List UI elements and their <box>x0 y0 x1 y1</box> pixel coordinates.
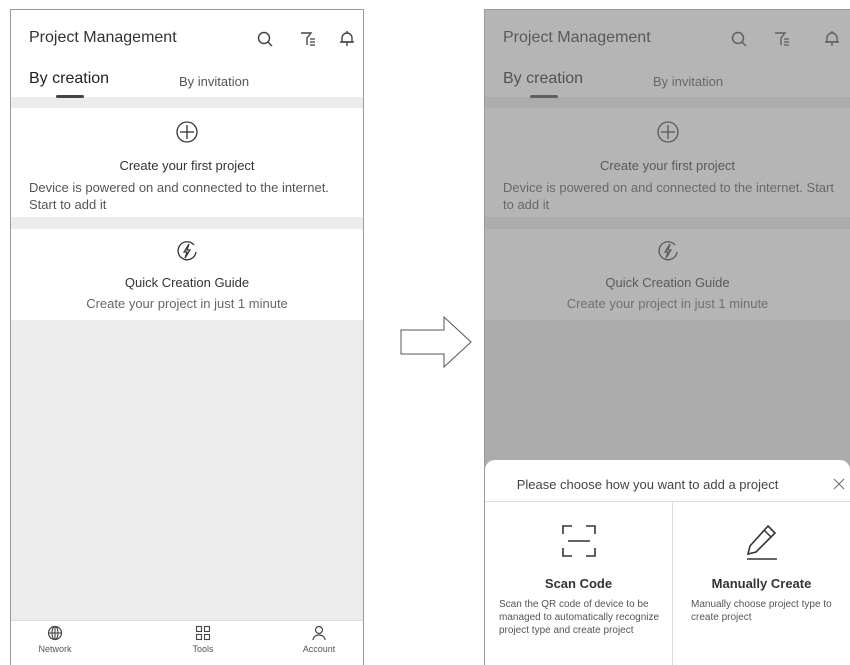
screen-after: Project Management By creation By invita… <box>484 9 850 665</box>
scan-code-option[interactable]: Scan Code Scan the QR code of device to … <box>485 501 672 665</box>
screen-before: Project Management By creation By invita… <box>10 9 364 665</box>
plus-circle-icon <box>176 121 198 143</box>
scan-code-description: Scan the QR code of device to be managed… <box>499 599 660 636</box>
create-card-description: Device is powered on and connected to th… <box>29 180 329 212</box>
app-header: Project Management <box>11 10 363 64</box>
grid-icon <box>195 625 211 641</box>
quick-guide-subtitle: Create your project in just 1 minute <box>86 296 288 311</box>
tab-by-creation[interactable]: By creation <box>29 70 109 88</box>
quick-guide-card[interactable]: Quick Creation Guide Create your project… <box>11 229 363 320</box>
create-project-card[interactable]: Create your first project Device is powe… <box>11 108 363 217</box>
manually-create-description: Manually choose project type to create p… <box>691 599 832 623</box>
nav-network-label: Network <box>38 644 72 654</box>
tab-active-indicator <box>56 95 84 98</box>
nav-account-label: Account <box>302 644 336 654</box>
scan-code-title: Scan Code <box>544 576 613 591</box>
scan-icon <box>561 525 596 557</box>
lightning-circle-icon <box>177 241 197 261</box>
manually-create-title: Manually Create <box>711 576 812 591</box>
globe-icon <box>47 625 63 641</box>
tab-by-invitation[interactable]: By invitation <box>179 74 249 89</box>
quick-guide-title: Quick Creation Guide <box>124 275 250 290</box>
add-project-sheet: Please choose how you want to add a proj… <box>485 460 850 665</box>
close-icon[interactable] <box>832 477 846 491</box>
sheet-title: Please choose how you want to add a proj… <box>516 477 779 492</box>
search-icon[interactable] <box>256 30 274 48</box>
tab-bar-top: By creation By invitation <box>11 64 363 98</box>
person-icon <box>312 625 326 641</box>
manually-create-option[interactable]: Manually Create Manually choose project … <box>673 501 850 665</box>
nav-account[interactable]: Account <box>289 625 349 654</box>
nav-network[interactable]: Network <box>25 625 85 654</box>
nav-tools-label: Tools <box>192 644 214 654</box>
nav-tools[interactable]: Tools <box>173 625 233 654</box>
create-card-title: Create your first project <box>119 158 255 173</box>
filter-icon[interactable] <box>299 30 317 48</box>
page-title: Project Management <box>29 29 177 46</box>
transition-arrow-icon <box>400 316 472 368</box>
bell-icon[interactable] <box>338 30 356 48</box>
pencil-icon <box>746 524 777 560</box>
bottom-nav: Network Tools Account <box>11 620 363 665</box>
